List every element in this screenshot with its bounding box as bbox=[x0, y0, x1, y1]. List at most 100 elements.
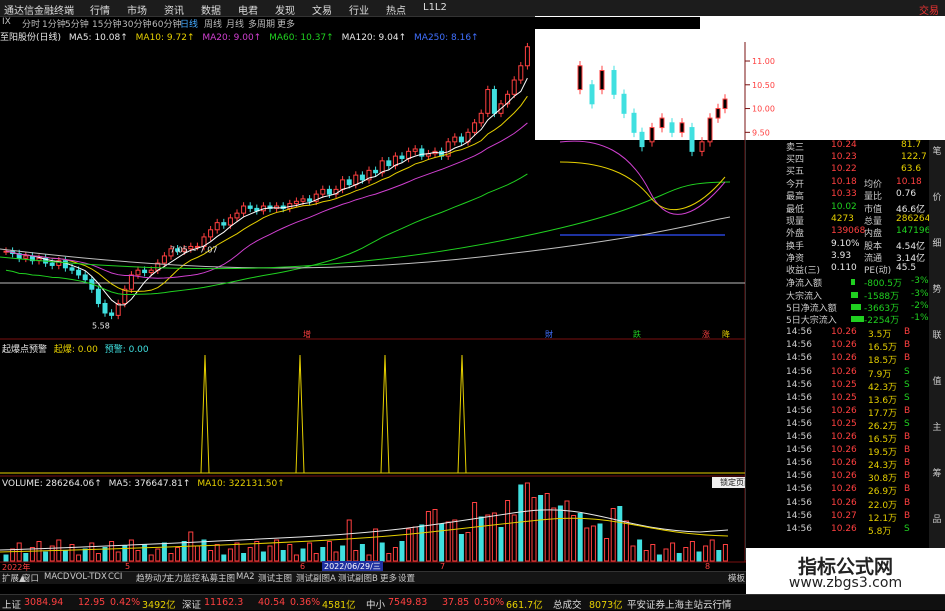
stat-value: 10.18 bbox=[831, 177, 857, 187]
menu-item[interactable]: 行情 bbox=[90, 2, 110, 17]
period-tab[interactable]: 多周期 bbox=[248, 17, 275, 30]
ma10-right-line bbox=[559, 161, 726, 211]
indicator-tab[interactable]: CCI bbox=[108, 572, 122, 582]
menu-item[interactable]: L1L2 bbox=[423, 2, 447, 17]
template-tab[interactable]: 模板 bbox=[728, 572, 745, 584]
indicator-tab[interactable]: 测试副图B bbox=[338, 572, 378, 584]
indicator-value-2: 预警: 0.00 bbox=[104, 345, 149, 355]
tick-row: 14:56 10.26 7.9万 S bbox=[746, 367, 934, 380]
period-tab[interactable]: 日线 bbox=[180, 17, 198, 30]
tick-price: 10.25 bbox=[831, 418, 857, 429]
indicator-tab[interactable]: MA2 bbox=[236, 572, 255, 582]
stat-label: 净资 bbox=[786, 253, 805, 264]
flow-pct: -1% bbox=[911, 313, 929, 323]
market-status-bar: 上证 3084.94 12.95 0.42% 3492亿 深证 11162.3 40.54 0.… bbox=[0, 594, 945, 611]
side-tab[interactable]: 主 bbox=[931, 420, 943, 433]
period-tab[interactable]: 更多 bbox=[277, 17, 295, 30]
candle-body bbox=[699, 141, 705, 152]
tick-volume: 16.5万 bbox=[868, 435, 898, 445]
volume-bar bbox=[267, 545, 273, 562]
menu-item[interactable]: 电君 bbox=[238, 2, 258, 17]
period-tab[interactable]: 15分钟 bbox=[92, 17, 121, 30]
signal-spike bbox=[457, 354, 467, 474]
stat-value: 0.110 bbox=[831, 263, 857, 274]
candle-body bbox=[631, 112, 637, 133]
candle-body bbox=[208, 229, 214, 238]
volume-bar bbox=[194, 545, 200, 562]
side-tab[interactable]: 笔 bbox=[931, 144, 943, 157]
indicator-tab[interactable]: 测试副图A bbox=[296, 572, 336, 584]
stat-value: 3.14亿 bbox=[896, 253, 926, 264]
candle-body bbox=[353, 174, 359, 186]
candle-body bbox=[49, 262, 55, 266]
period-tab[interactable]: ΙΧ bbox=[2, 17, 11, 27]
menu-item[interactable]: 文易 bbox=[312, 2, 332, 17]
titlebar-extension: 交易 bbox=[535, 0, 945, 17]
volume-bar bbox=[346, 519, 352, 562]
tick-time: 14:56 bbox=[786, 405, 812, 416]
indicator-tab[interactable]: 窗口 bbox=[22, 572, 39, 584]
flow-bar bbox=[851, 303, 861, 310]
volume-bar bbox=[399, 541, 405, 562]
menu-item[interactable]: 发现 bbox=[275, 2, 295, 17]
menu-item[interactable]: 行业 bbox=[349, 2, 369, 17]
menu-item[interactable]: 市场 bbox=[127, 2, 147, 17]
side-tab[interactable]: 值 bbox=[931, 374, 943, 387]
stat-label: 均价 bbox=[864, 180, 883, 190]
menu-item[interactable]: 资讯 bbox=[164, 2, 184, 17]
stat-value: 4273 bbox=[831, 213, 854, 224]
volume-bar bbox=[181, 541, 187, 562]
month-tick: 7 bbox=[440, 562, 446, 571]
menu-item[interactable]: 热点 bbox=[386, 2, 406, 17]
period-tab[interactable]: 5分钟 bbox=[65, 17, 89, 30]
indicator-tab[interactable]: 测试主图 bbox=[258, 572, 292, 584]
volume-bar bbox=[373, 528, 379, 562]
volume-ma5: MA5: 376647.81↑ bbox=[108, 479, 191, 489]
month-tick: 8 bbox=[705, 562, 711, 571]
index-chg: 12.95 bbox=[78, 597, 106, 608]
stat-label: 今开 bbox=[786, 180, 805, 190]
tick-volume: 26.2万 bbox=[868, 421, 898, 432]
candle-body bbox=[689, 127, 695, 152]
period-tab[interactable]: 1分钟 bbox=[42, 17, 66, 30]
indicator-tab[interactable]: 更多 bbox=[380, 572, 397, 584]
side-tab[interactable]: 势 bbox=[931, 282, 943, 295]
volume-bar bbox=[643, 550, 649, 562]
indicator-tab[interactable]: 趋势动力 bbox=[136, 572, 170, 584]
side-tab[interactable]: 品 bbox=[931, 512, 943, 525]
indicator-tab[interactable]: 私募主图 bbox=[201, 572, 235, 584]
period-tab[interactable]: 60分钟 bbox=[152, 17, 181, 30]
period-tab[interactable]: 分时 bbox=[22, 17, 40, 30]
tick-side: B bbox=[904, 340, 911, 351]
stat-label: 最高 bbox=[786, 192, 805, 203]
volume-bar bbox=[419, 524, 425, 562]
tick-price: 10.25 bbox=[831, 379, 857, 390]
flow-bar bbox=[851, 316, 864, 322]
price-tick-label: 10.00 bbox=[752, 105, 775, 114]
volume-bar bbox=[584, 527, 590, 562]
candle-body bbox=[241, 205, 247, 214]
side-tab[interactable]: 价 bbox=[931, 190, 943, 203]
period-tab[interactable]: 30分钟 bbox=[122, 17, 151, 30]
volume-bar bbox=[425, 511, 431, 562]
indicator-tab[interactable]: 主力监控 bbox=[166, 572, 200, 584]
tick-row: 14:56 10.25 13.6万 S bbox=[746, 393, 934, 406]
side-tab[interactable]: 筹 bbox=[931, 466, 943, 479]
volume-bar bbox=[709, 539, 715, 562]
candle-body bbox=[320, 188, 326, 195]
side-tab[interactable]: 细 bbox=[931, 236, 943, 249]
stat-value: 0.76 bbox=[896, 189, 917, 200]
kline-chart[interactable]: 5.587.05 ~ 7.07 11.0010.5010.009.509.008… bbox=[0, 42, 780, 572]
menu-item[interactable]: 数据 bbox=[201, 2, 221, 17]
tick-volume: 30.8万 bbox=[868, 474, 898, 485]
indicator-tab[interactable]: VOL-TDX bbox=[70, 572, 107, 582]
side-tab[interactable]: 联 bbox=[931, 328, 943, 341]
candle-body bbox=[491, 89, 497, 114]
indicator-tab[interactable]: MACD bbox=[44, 572, 69, 582]
period-tab[interactable]: 周线 bbox=[204, 17, 222, 30]
tick-price: 10.26 bbox=[831, 432, 857, 442]
candle-body bbox=[340, 179, 346, 190]
indicator-tab[interactable]: 设置 bbox=[398, 572, 415, 584]
period-tab[interactable]: 月线 bbox=[226, 17, 244, 30]
trade-menu[interactable]: 交易 bbox=[919, 2, 939, 17]
